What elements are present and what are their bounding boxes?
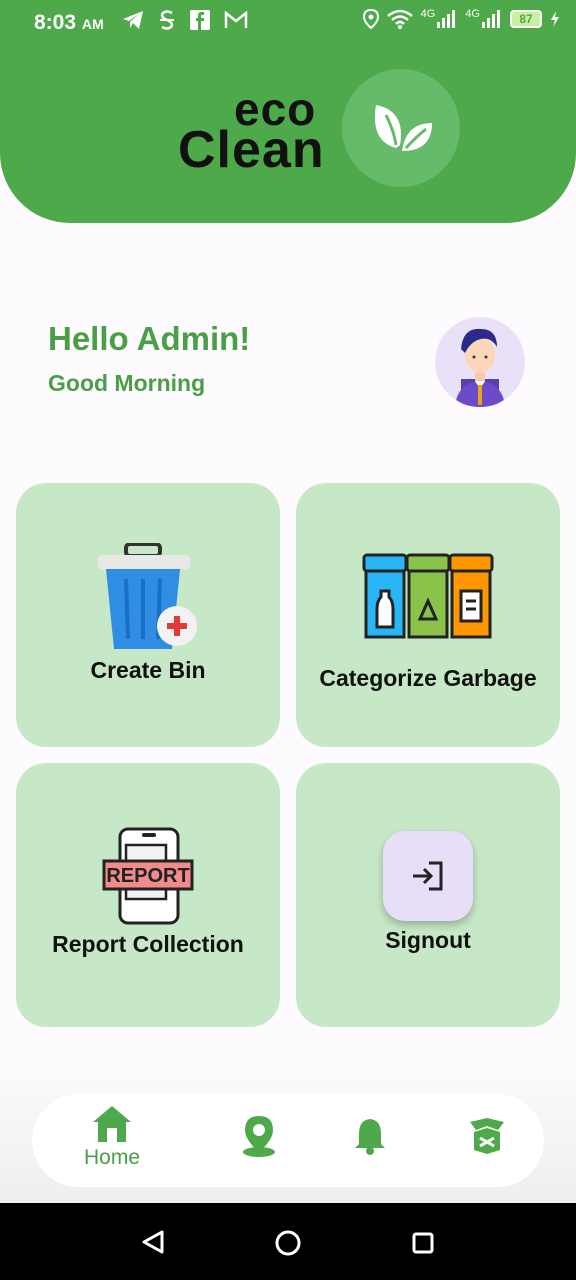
avatar[interactable] (435, 317, 525, 407)
status-time: 8:03 AM (34, 11, 104, 35)
card-label: Categorize Garbage (319, 665, 537, 691)
app-header: 8:03 AM 4G 4G 87 eco Clean (0, 0, 576, 223)
map-pin-icon (243, 1116, 275, 1157)
network-type-1: 4G (420, 8, 436, 20)
ampm-text: AM (81, 16, 104, 32)
greeting-section: Hello Admin! Good Morning (48, 320, 250, 397)
signout-icon (413, 861, 443, 891)
card-label: Create Bin (90, 657, 206, 683)
signout-card[interactable]: Signout (296, 763, 560, 1027)
recycle-bins-icon (362, 553, 494, 639)
svg-text:REPORT: REPORT (106, 865, 189, 887)
report-icon: REPORT (102, 827, 194, 925)
wifi-icon (386, 9, 413, 29)
trash-bin-add-icon (98, 543, 197, 649)
s-app-icon (160, 10, 174, 30)
battery-icon: 87 (510, 10, 542, 28)
signal-icon (437, 10, 456, 28)
charging-icon (551, 11, 559, 27)
status-bar: 8:03 AM 4G 4G 87 (0, 0, 576, 46)
nav-notifications[interactable] (352, 1116, 388, 1156)
greeting-title: Hello Admin! (48, 320, 251, 357)
home-icon (93, 1106, 132, 1142)
telegram-icon (123, 11, 143, 29)
card-label: Report Collection (52, 931, 244, 957)
gmail-icon (224, 11, 248, 28)
signal-icon-2 (482, 10, 500, 28)
app-logo: eco Clean (176, 78, 336, 179)
greeting-subtitle: Good Morning (48, 370, 206, 396)
create-bin-card[interactable]: Create Bin (16, 483, 280, 747)
nav-home-label: Home (84, 1146, 141, 1169)
leaf-logo-icon (342, 69, 460, 187)
recents-icon[interactable] (411, 1231, 435, 1255)
time-text: 8:03 (34, 11, 77, 34)
nav-box[interactable] (466, 1116, 508, 1156)
network-type-2: 4G (465, 8, 480, 20)
report-collection-card[interactable]: REPORT Report Collection (16, 763, 280, 1027)
back-icon[interactable] (140, 1229, 166, 1255)
bell-icon (355, 1119, 385, 1155)
location-icon (362, 9, 379, 29)
facebook-icon (190, 10, 210, 30)
bottom-nav: Home (32, 1094, 544, 1187)
home-circle-icon[interactable] (274, 1229, 302, 1257)
logo-line2: Clean (178, 121, 325, 179)
nav-map[interactable] (240, 1114, 278, 1158)
card-label: Signout (385, 927, 471, 953)
nav-home[interactable]: Home (84, 1104, 140, 1170)
signout-button[interactable] (383, 831, 473, 921)
categorize-garbage-card[interactable]: Categorize Garbage (296, 483, 560, 747)
box-icon (470, 1118, 504, 1154)
system-nav-bar (0, 1203, 576, 1280)
